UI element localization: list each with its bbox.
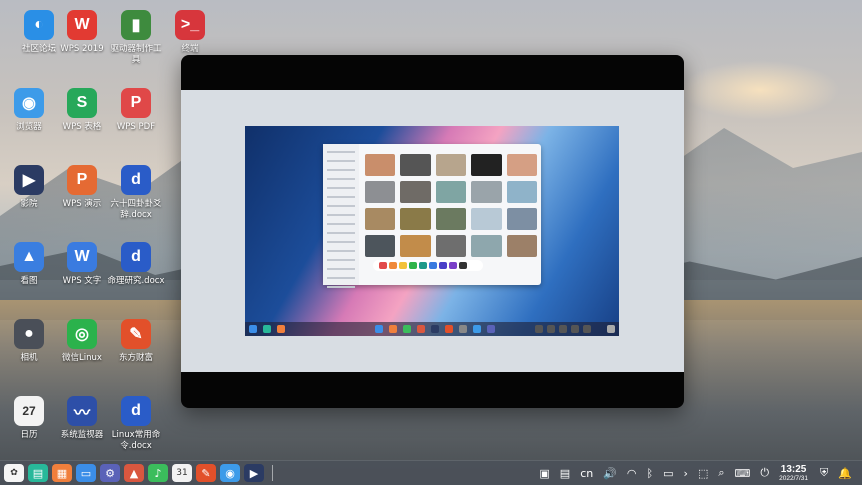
desktop-icon-label: Linux常用命令.docx <box>111 430 161 451</box>
power-icon[interactable]: ⏻ <box>760 466 769 480</box>
multitask-view-icon[interactable]: ▤ <box>28 464 48 482</box>
desktop-icon[interactable]: >_ 终端 <box>161 10 219 55</box>
chevron-right-icon[interactable]: › <box>684 467 688 480</box>
preview-thumbnail-dock <box>245 322 619 336</box>
wps-presentation-icon: P <box>67 165 97 195</box>
bluetooth-icon[interactable]: ᛒ <box>647 467 654 480</box>
app-store-icon[interactable]: ▦ <box>52 464 72 482</box>
desktop-icon-label: WPS 演示 <box>62 199 102 209</box>
desktop-icon[interactable]: 27 日历 <box>0 396 58 441</box>
taskbar-divider <box>272 465 273 481</box>
desktop-icon[interactable]: W WPS 2019 <box>53 10 111 55</box>
desktop-icon[interactable]: ◉ 浏览器 <box>0 88 58 133</box>
desktop-icon[interactable]: ◎ 微信Linux <box>53 319 111 364</box>
desktop-icon-label: 终端 <box>181 44 199 54</box>
desktop-icon-label: WPS 表格 <box>62 122 102 132</box>
taskbar-app-area: ✿ ▤ ▦ ▭ ⚙ ▲ ♪ 31 ✎ ◉ ▶ <box>0 464 264 482</box>
desktop-icon-label: 系统监视器 <box>60 430 104 440</box>
eastmoney-icon: ✎ <box>121 319 151 349</box>
calendar-icon: 27 <box>14 396 44 426</box>
desktop-icon-label: 命理研究.docx <box>107 276 165 286</box>
desktop-icon[interactable]: S WPS 表格 <box>53 88 111 133</box>
wifi-icon[interactable]: ◠ <box>627 467 637 480</box>
docx-file-icon: d <box>121 165 151 195</box>
image-viewer-icon: ▲ <box>14 242 44 272</box>
desktop-icon[interactable]: ▶ 影院 <box>0 165 58 210</box>
clock-date: 2022/7/31 <box>779 474 809 482</box>
desktop-icon[interactable]: d 命理研究.docx <box>107 242 165 287</box>
wps-office-icon: W <box>67 10 97 40</box>
browser-icon[interactable]: ◉ <box>220 464 240 482</box>
desktop-icon-label: WPS 文字 <box>62 276 102 286</box>
input-method-indicator[interactable]: cn <box>580 467 593 480</box>
clock-time: 13:25 <box>780 463 807 475</box>
desktop-icon[interactable]: P WPS PDF <box>107 88 165 133</box>
launcher-icon[interactable]: ✿ <box>4 464 24 482</box>
desktop-icon[interactable]: ✎ 东方财富 <box>107 319 165 364</box>
volume-icon[interactable]: 🔊 <box>603 467 617 480</box>
sky-glow <box>680 60 840 120</box>
browser-icon: ◉ <box>14 88 44 118</box>
battery-icon[interactable]: ▭ <box>663 467 673 480</box>
screenshot-tool-icon[interactable]: ⬚ <box>698 467 708 480</box>
docx-file-icon: d <box>121 242 151 272</box>
settings-icon[interactable]: ⚙ <box>100 464 120 482</box>
desktop-icon[interactable]: ● 相机 <box>0 319 58 364</box>
taskbar: ✿ ▤ ▦ ▭ ⚙ ▲ ♪ 31 ✎ ◉ ▶ ▣ ▤ cn 🔊 ◠ ᛒ ▭ › ⬚ ⌕ ⌨ ⏻ 13… <box>0 461 862 485</box>
desktop-icon[interactable]: 〰系统监视器 <box>53 396 111 441</box>
terminal-icon: >_ <box>175 10 205 40</box>
forum-icon: ◐ <box>24 10 54 40</box>
clock[interactable]: 13:25 2022/7/31 <box>779 464 808 483</box>
screenshot-preview-window[interactable] <box>181 55 684 408</box>
eastmoney-icon[interactable]: ✎ <box>196 464 216 482</box>
desktop-icon[interactable]: d 六十四卦卦爻辞.docx <box>107 165 165 221</box>
desktop-icon[interactable]: d Linux常用命令.docx <box>107 396 165 452</box>
wps-writer-icon: W <box>67 242 97 272</box>
desktop-icon-label: 影院 <box>20 199 38 209</box>
file-manager-icon[interactable]: ▭ <box>76 464 96 482</box>
desktop-icon-label: 看图 <box>20 276 38 286</box>
desktop-icon[interactable]: ▲ 看图 <box>0 242 58 287</box>
desktop-icon-label: 六十四卦卦爻辞.docx <box>110 199 162 220</box>
docx-file-icon: d <box>121 396 151 426</box>
desktop-icon[interactable]: P WPS 演示 <box>53 165 111 210</box>
desktop-icon-label: WPS PDF <box>116 122 156 132</box>
wps-pdf-icon: P <box>121 88 151 118</box>
camera-icon: ● <box>14 319 44 349</box>
image-viewer-icon[interactable]: ▲ <box>124 464 144 482</box>
system-monitor-icon: 〰 <box>67 396 97 426</box>
wps-spreadsheet-icon: S <box>67 88 97 118</box>
wechat-icon: ◎ <box>67 319 97 349</box>
movie-player-icon: ▶ <box>14 165 44 195</box>
notification-bell-icon[interactable]: 🔔 <box>838 467 852 480</box>
security-shield-icon[interactable]: ⛨ <box>820 466 828 480</box>
desktop-icon-label: 日历 <box>20 430 38 440</box>
desktop-icon-label: 驱动器制作工具 <box>110 44 162 65</box>
chat-tray-icon[interactable]: ▣ <box>539 467 549 480</box>
calendar-icon[interactable]: 31 <box>172 464 192 482</box>
preview-canvas <box>181 90 684 372</box>
movie-player-icon[interactable]: ▶ <box>244 464 264 482</box>
preview-screenshot-image[interactable] <box>245 126 619 336</box>
usb-drive-icon: ▮ <box>121 10 151 40</box>
desktop-icon-label: 微信Linux <box>62 353 102 363</box>
music-icon[interactable]: ♪ <box>148 464 168 482</box>
desktop-icon[interactable]: W WPS 文字 <box>53 242 111 287</box>
desktop-icon-label: WPS 2019 <box>60 44 104 54</box>
notes-tray-icon[interactable]: ▤ <box>560 467 570 480</box>
preview-thumbnail-app-window <box>323 144 541 288</box>
desktop-icon-label: 浏览器 <box>16 122 42 132</box>
search-icon[interactable]: ⌕ <box>718 466 724 480</box>
keyboard-icon[interactable]: ⌨ <box>735 467 751 480</box>
desktop-icon-label: 东方财富 <box>118 353 153 363</box>
desktop-icon-label: 相机 <box>20 353 38 363</box>
system-tray: ▣ ▤ cn 🔊 ◠ ᛒ ▭ › ⬚ ⌕ ⌨ ⏻ 13:25 2022/7/31… <box>539 461 862 485</box>
desktop-icon[interactable]: ▮ 驱动器制作工具 <box>107 10 165 66</box>
